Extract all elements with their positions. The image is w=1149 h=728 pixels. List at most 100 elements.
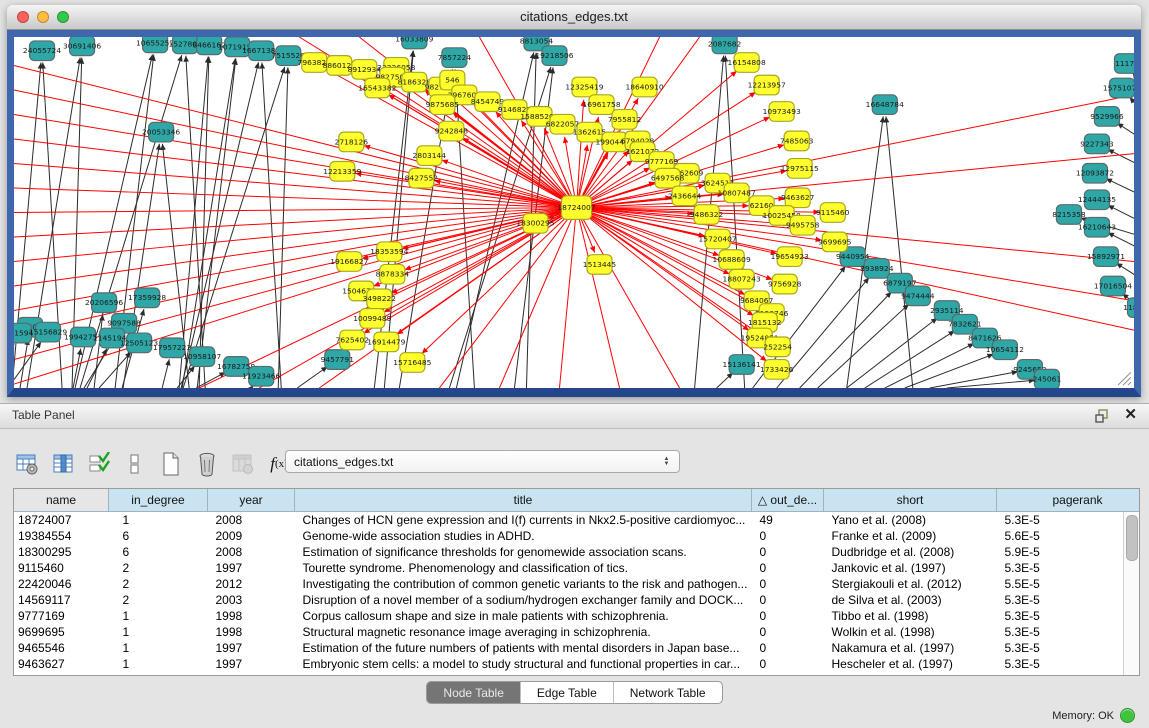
table-settings-icon[interactable] — [14, 451, 40, 477]
graph-node[interactable]: 12975115 — [781, 159, 819, 179]
table-cell[interactable]: 1 — [109, 624, 208, 640]
table-cell[interactable]: 0 — [752, 656, 824, 672]
table-cell[interactable]: 2009 — [208, 528, 295, 544]
graph-node[interactable]: 15136141 — [723, 355, 761, 375]
table-cell[interactable]: 1998 — [208, 624, 295, 640]
graph-node[interactable]: 10973493 — [763, 102, 801, 122]
graph-node[interactable]: 9115460 — [816, 203, 850, 223]
table-cell[interactable]: Genome-wide association studies in ADHD. — [295, 528, 752, 544]
table-cell[interactable]: Estimation of significance thresholds fo… — [295, 544, 752, 560]
graph-node[interactable]: 15716485 — [393, 353, 431, 373]
graph-node[interactable]: 9699695 — [818, 232, 852, 252]
table-cell[interactable]: de Silva et al. (2003) — [824, 592, 997, 608]
column-header-short[interactable]: short — [824, 489, 997, 512]
table-cell[interactable]: 2 — [109, 592, 208, 608]
table-row[interactable]: 969969511998Structural magnetic resonanc… — [14, 624, 1140, 640]
graph-node[interactable]: 15751074 — [1103, 78, 1134, 98]
delete-column-icon[interactable] — [194, 451, 220, 477]
table-cell[interactable]: Investigating the contribution of common… — [295, 576, 752, 592]
graph-node[interactable]: 15892971 — [1087, 247, 1125, 267]
table-cell[interactable]: Stergiakouli et al. (2012) — [824, 576, 997, 592]
graph-node[interactable]: 2436644 — [668, 186, 702, 206]
window-titlebar[interactable]: citations_edges.txt — [7, 5, 1141, 30]
table-cell[interactable]: 9463627 — [14, 656, 109, 672]
graph-node[interactable]: 18724007 — [557, 196, 595, 220]
graph-node[interactable]: 9242848 — [435, 121, 469, 141]
table-cell[interactable]: 2003 — [208, 592, 295, 608]
graph-node[interactable]: 11174 — [1114, 54, 1134, 74]
table-cell[interactable]: Disruption of a novel member of a sodium… — [295, 592, 752, 608]
graph-node[interactable]: 2803144 — [413, 146, 447, 166]
table-cell[interactable]: 1997 — [208, 560, 295, 576]
graph-node[interactable]: 12325419 — [565, 77, 603, 97]
table-cell[interactable]: 5.3E-5 — [997, 592, 1141, 608]
table-cell[interactable]: 1 — [109, 656, 208, 672]
table-cell[interactable]: 2008 — [208, 512, 295, 529]
scrollbar-thumb[interactable] — [1126, 515, 1138, 561]
graph-node[interactable]: 1733426 — [760, 360, 794, 380]
graph-node[interactable]: 17359928 — [128, 288, 166, 308]
table-cell[interactable]: Nakamura et al. (1997) — [824, 640, 997, 656]
table-cell[interactable]: Franke et al. (2009) — [824, 528, 997, 544]
graph-node[interactable]: 1513445 — [583, 255, 617, 275]
table-row[interactable]: 1456911722003Disruption of a novel membe… — [14, 592, 1140, 608]
table-cell[interactable]: 5.6E-5 — [997, 528, 1141, 544]
table-cell[interactable]: 0 — [752, 576, 824, 592]
table-cell[interactable]: Embryonic stem cells: a model to study s… — [295, 656, 752, 672]
graph-node[interactable]: 9529966 — [1090, 107, 1124, 127]
graph-node[interactable]: 24055724 — [23, 41, 61, 61]
table-cell[interactable]: 9777169 — [14, 608, 109, 624]
graph-node[interactable]: 17016504 — [1094, 276, 1132, 296]
graph-node[interactable]: 9463627 — [781, 188, 815, 208]
graph-node[interactable]: 12213359 — [323, 162, 361, 182]
graph-node[interactable]: 9474444 — [901, 286, 935, 306]
table-cell[interactable]: 18300295 — [14, 544, 109, 560]
table-cell[interactable]: Tibbo et al. (1998) — [824, 608, 997, 624]
column-header-year[interactable]: year — [208, 489, 295, 512]
graph-node[interactable]: 2087682 — [708, 37, 741, 54]
table-select-dropdown[interactable]: citations_edges.txt ▲▼ — [285, 450, 680, 473]
table-cell[interactable]: 14569117 — [14, 592, 109, 608]
table-cell[interactable]: 6 — [109, 544, 208, 560]
table-cell[interactable]: 0 — [752, 544, 824, 560]
table-cell[interactable]: 22420046 — [14, 576, 109, 592]
table-scrollbar[interactable] — [1123, 512, 1139, 675]
table-cell[interactable]: 0 — [752, 640, 824, 656]
graph-node[interactable]: 7625402 — [336, 330, 369, 350]
table-row[interactable]: 1872400712008Changes of HCN gene express… — [14, 512, 1140, 529]
table-cell[interactable]: Hescheler et al. (1997) — [824, 656, 997, 672]
close-panel-icon[interactable]: ✕ — [1124, 406, 1137, 424]
table-cell[interactable]: 19384554 — [14, 528, 109, 544]
graph-node[interactable]: 6497568 — [651, 168, 685, 188]
table-cell[interactable]: 2 — [109, 560, 208, 576]
graph-node[interactable]: 9756928 — [768, 274, 802, 294]
table-cell[interactable]: 49 — [752, 512, 824, 529]
graph-node[interactable]: 8878334 — [376, 264, 410, 284]
table-cell[interactable]: 6 — [109, 528, 208, 544]
graph-node[interactable]: 16154808 — [728, 53, 766, 73]
table-cell[interactable]: Tourette syndrome. Phenomenology and cla… — [295, 560, 752, 576]
table-cell[interactable]: 2 — [109, 576, 208, 592]
graph-node[interactable]: 7485063 — [780, 131, 814, 151]
graph-node[interactable]: 20053346 — [142, 122, 180, 142]
graph-node[interactable]: 2718126 — [335, 132, 369, 152]
table-cell[interactable]: Wolkin et al. (1998) — [824, 624, 997, 640]
table-cell[interactable]: 5.3E-5 — [997, 560, 1141, 576]
table-cell[interactable]: 1998 — [208, 608, 295, 624]
graph-node[interactable]: 252254 — [763, 337, 792, 357]
table-cell[interactable]: 5.3E-5 — [997, 608, 1141, 624]
graph-node[interactable]: 30691406 — [63, 37, 101, 56]
row-height-icon[interactable] — [122, 451, 148, 477]
table-cell[interactable]: 9699695 — [14, 624, 109, 640]
graph-node[interactable]: 245061 — [1033, 369, 1062, 388]
graph-node[interactable]: 20206596 — [85, 293, 123, 313]
table-cell[interactable]: Yano et al. (2008) — [824, 512, 997, 529]
table-row[interactable]: 946554611997Estimation of the future num… — [14, 640, 1140, 656]
select-rows-icon[interactable] — [86, 451, 112, 477]
table-cell[interactable]: 0 — [752, 592, 824, 608]
column-header-pagerank[interactable]: pagerank — [997, 489, 1141, 512]
table-cell[interactable]: 5.5E-5 — [997, 576, 1141, 592]
table-panel-header[interactable]: Table Panel ✕ — [0, 404, 1149, 429]
column-header-in_degree[interactable]: in_degree — [109, 489, 208, 512]
table-cell[interactable]: 1 — [109, 512, 208, 529]
